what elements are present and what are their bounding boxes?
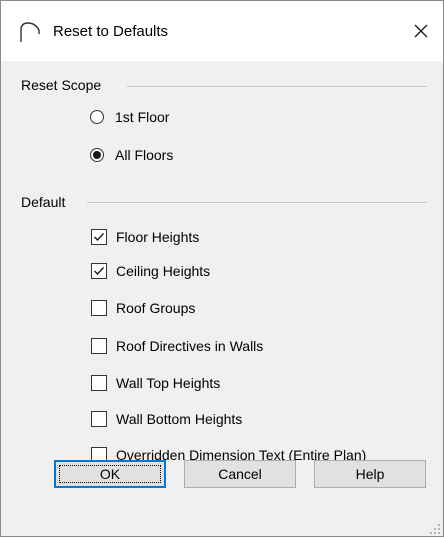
check-icon — [94, 233, 105, 242]
checkbox[interactable] — [91, 229, 107, 245]
radio-label: All Floors — [115, 147, 174, 163]
default-divider — [87, 202, 427, 203]
checkbox-label: Wall Bottom Heights — [116, 411, 243, 427]
resize-grip-icon[interactable] — [429, 522, 441, 534]
checkbox-ceiling-heights[interactable]: Ceiling Heights — [89, 260, 210, 282]
check-icon — [94, 267, 105, 276]
cancel-button[interactable]: Cancel — [184, 460, 296, 488]
checkbox-label: Wall Top Heights — [116, 375, 221, 391]
cancel-button-label: Cancel — [218, 466, 262, 482]
checkbox[interactable] — [91, 300, 107, 316]
ok-button[interactable]: OK — [54, 460, 166, 488]
help-button[interactable]: Help — [314, 460, 426, 488]
close-icon — [413, 23, 429, 42]
checkbox-roof-directives[interactable]: Roof Directives in Walls — [89, 335, 263, 357]
checkbox-label: Roof Groups — [116, 300, 196, 316]
checkbox[interactable] — [91, 263, 107, 279]
focus-ring — [59, 465, 161, 483]
radio-button[interactable] — [90, 110, 104, 124]
checkbox-roof-groups[interactable]: Roof Groups — [89, 297, 195, 319]
reset-to-defaults-dialog: Reset to Defaults Reset Scope 1st Floor … — [0, 0, 444, 537]
checkbox-wall-top-heights[interactable]: Wall Top Heights — [89, 372, 220, 394]
checkbox-label: Roof Directives in Walls — [116, 338, 264, 354]
checkbox-label: Ceiling Heights — [116, 263, 211, 279]
default-group-label: Default — [21, 194, 66, 210]
checkbox-wall-bottom-heights[interactable]: Wall Bottom Heights — [89, 408, 242, 430]
radio-label: 1st Floor — [115, 109, 170, 125]
radio-all-floors[interactable]: All Floors — [89, 144, 173, 166]
checkbox-label: Floor Heights — [116, 229, 200, 245]
checkbox[interactable] — [91, 375, 107, 391]
help-button-label: Help — [355, 466, 385, 482]
radio-1st-floor[interactable]: 1st Floor — [89, 106, 169, 128]
checkbox[interactable] — [91, 411, 107, 427]
reset-scope-group-label: Reset Scope — [21, 77, 102, 93]
checkbox-floor-heights[interactable]: Floor Heights — [89, 226, 199, 248]
arch-icon — [19, 21, 41, 43]
title-bar: Reset to Defaults — [1, 1, 443, 61]
dialog-title: Reset to Defaults — [53, 23, 169, 40]
reset-scope-divider — [127, 86, 427, 87]
radio-button[interactable] — [90, 148, 104, 162]
close-button[interactable] — [406, 17, 436, 47]
checkbox[interactable] — [91, 338, 107, 354]
